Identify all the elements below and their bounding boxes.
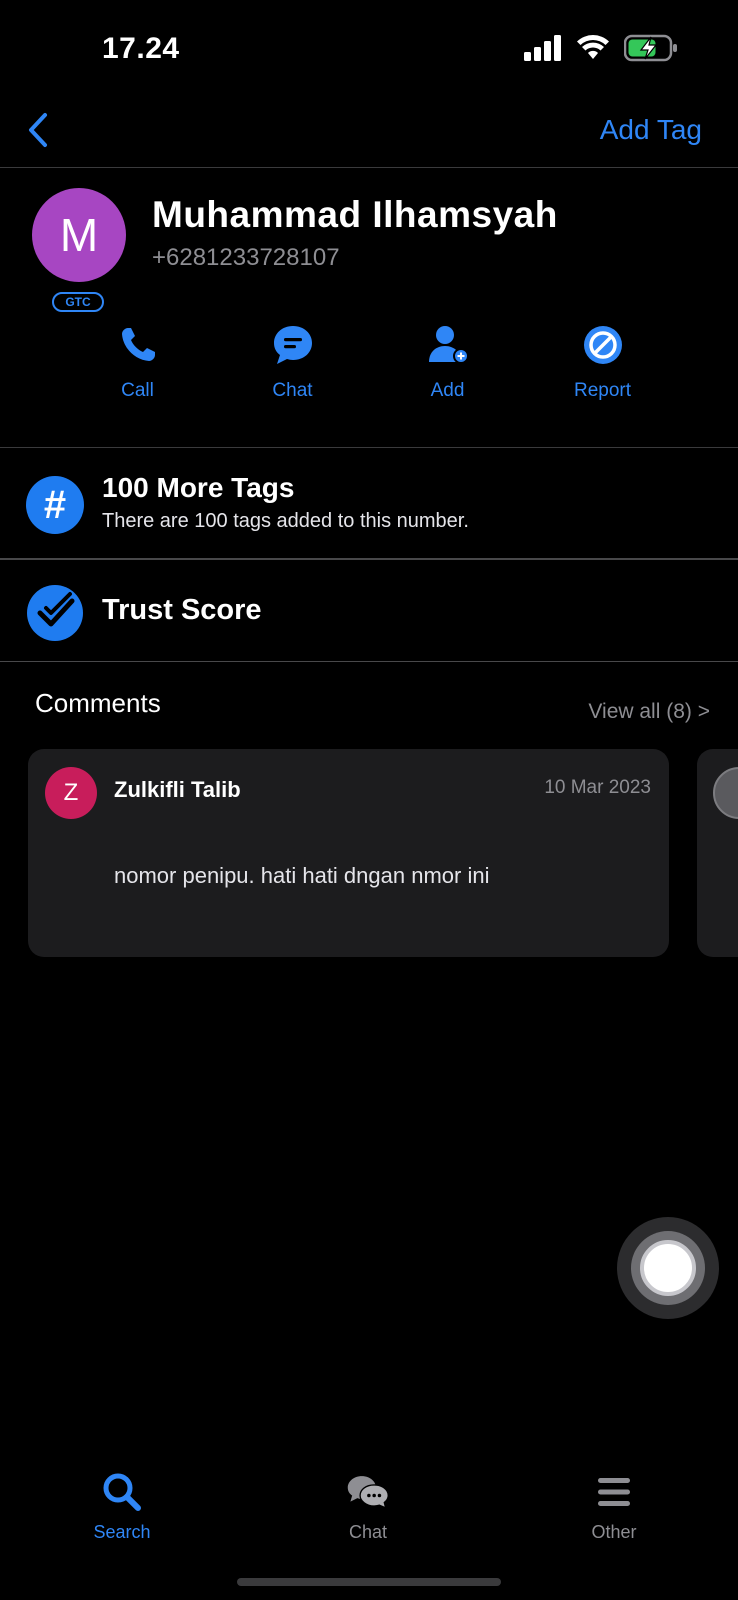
contact-name: Muhammad Ilhamsyah: [152, 194, 558, 235]
add-contact-button[interactable]: Add: [370, 318, 525, 418]
contact-phone: +6281233728107: [152, 244, 340, 271]
tab-chat-label: Chat: [348, 1522, 388, 1542]
contact-profile: M GTC Muhammad Ilhamsyah +6281233728107 …: [0, 168, 738, 448]
call-label: Call: [121, 380, 154, 401]
chat-bubble-icon: [270, 322, 316, 368]
search-icon: [100, 1470, 144, 1514]
hashtag-icon: #: [26, 476, 84, 534]
status-bar: 17.24: [0, 0, 738, 100]
chat-label: Chat: [272, 380, 313, 401]
comments-title: Comments: [35, 688, 161, 718]
signal-icon: [524, 35, 562, 66]
battery-charging-icon: [623, 34, 678, 67]
next-comment-card[interactable]: [697, 749, 738, 957]
check-shield-icon: [26, 584, 84, 642]
gtc-badge: GTC: [52, 292, 104, 312]
action-row: Call Chat Add Report: [60, 318, 680, 418]
view-all-link[interactable]: View all (8) >: [588, 700, 710, 724]
add-user-icon: [425, 322, 471, 368]
tab-search[interactable]: Search: [62, 1470, 182, 1543]
block-icon: [580, 322, 626, 368]
comment-avatar-photo: [713, 767, 738, 819]
tags-row[interactable]: # 100 More Tags There are 100 tags added…: [0, 448, 738, 560]
report-label: Report: [573, 380, 632, 401]
add-tag-button[interactable]: Add Tag: [600, 114, 702, 146]
comment-date: 10 Mar 2023: [544, 777, 651, 798]
wifi-icon: [576, 35, 610, 66]
comments-header: Comments View all (8) >: [0, 662, 738, 732]
tab-other-label: Other: [591, 1522, 637, 1542]
tab-other[interactable]: Other: [554, 1470, 674, 1543]
assistive-touch-button[interactable]: [617, 1217, 719, 1319]
tags-subtitle: There are 100 tags added to this number.: [102, 510, 469, 532]
home-indicator[interactable]: [237, 1578, 501, 1586]
status-icons: [524, 34, 678, 67]
trust-score-row[interactable]: Trust Score: [0, 560, 738, 662]
avatar: M: [32, 188, 126, 282]
comment-text: nomor penipu. hati hati dngan nmor ini: [114, 863, 490, 888]
status-time: 17.24: [102, 32, 180, 65]
tab-chat[interactable]: Chat: [308, 1470, 428, 1543]
report-button[interactable]: Report: [525, 318, 680, 418]
chat-bubbles-icon: [346, 1470, 390, 1514]
back-button[interactable]: [20, 112, 56, 152]
comment-card[interactable]: Z Zulkifli Talib 10 Mar 2023 nomor penip…: [28, 749, 669, 957]
tab-search-label: Search: [93, 1522, 151, 1542]
call-button[interactable]: Call: [60, 318, 215, 418]
chat-button[interactable]: Chat: [215, 318, 370, 418]
nav-bar: Add Tag: [0, 100, 738, 168]
comment-author: Zulkifli Talib: [114, 777, 241, 802]
menu-icon: [592, 1470, 636, 1514]
chevron-left-icon: [27, 112, 49, 153]
phone-icon: [115, 322, 161, 368]
comment-avatar: Z: [45, 767, 97, 819]
assistive-touch-ring: [631, 1231, 705, 1305]
trust-score-title: Trust Score: [102, 594, 262, 626]
assistive-touch-inner: [640, 1240, 696, 1296]
tags-title: 100 More Tags: [102, 472, 295, 503]
add-label: Add: [430, 380, 465, 401]
